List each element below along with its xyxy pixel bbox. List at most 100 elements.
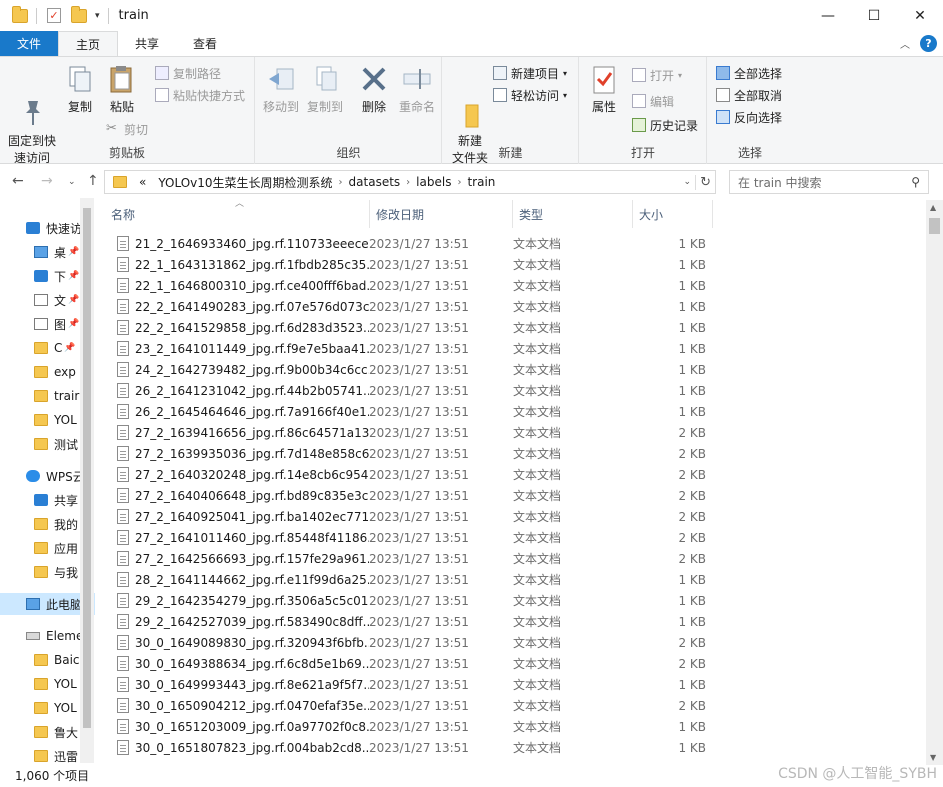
open-button[interactable]: 打开 ▾ [632,65,682,85]
file-row[interactable]: 21_2_1646933460_jpg.rf.110733eeece... 202… [111,233,921,254]
easy-access-button[interactable]: 轻松访问 ▾ [493,85,567,105]
help-icon[interactable]: ? [920,35,937,52]
folder-icon [34,438,48,450]
picture-icon [34,318,48,330]
tab-home[interactable]: 主页 [58,31,119,56]
copy-button[interactable]: 复制 [62,63,98,116]
file-name: 22_1_1643131862_jpg.rf.1fbdb285c35... [135,257,369,272]
file-row[interactable]: 30_0_1649993443_jpg.rf.8e621a9f5f7... 202… [111,674,921,695]
scrollbar-thumb[interactable] [929,218,940,234]
up-arrow-icon[interactable]: ↑ [87,173,99,189]
file-list-scrollbar[interactable]: ▲ ▼ [926,200,943,765]
file-name-cell: 30_0_1649993443_jpg.rf.8e621a9f5f7... [111,677,369,692]
properties-check-icon[interactable]: ✓ [47,8,61,23]
history-button[interactable]: 历史记录 [632,115,698,135]
select-none-button[interactable]: 全部取消 [716,85,782,105]
file-size: 1 KB [678,404,706,419]
new-folder-icon[interactable] [71,5,87,23]
collapse-ribbon-chevron-icon[interactable]: ︿ [900,36,910,51]
text-file-icon [117,551,129,566]
minimize-button[interactable]: — [805,0,851,31]
file-row[interactable]: 27_2_1640320248_jpg.rf.14e8cb6c954... 202… [111,464,921,485]
properties-button[interactable]: 属性 [586,63,622,116]
file-row[interactable]: 22_1_1643131862_jpg.rf.1fbdb285c35... 202… [111,254,921,275]
file-row[interactable]: 30_0_1651807823_jpg.rf.004bab2cd8... 2023… [111,737,921,758]
file-row[interactable]: 22_2_1641490283_jpg.rf.07e576d073c... 202… [111,296,921,317]
file-row[interactable]: 27_2_1640406648_jpg.rf.bd89c835e3c... 202… [111,485,921,506]
search-icon[interactable]: ⚲ [911,175,920,189]
invert-selection-button[interactable]: 反向选择 [716,107,782,127]
folder-icon [34,678,48,690]
recent-locations-chevron-icon[interactable]: ⌄ [68,177,76,187]
tab-view[interactable]: 查看 [176,31,234,56]
file-row[interactable]: 30_0_1650904212_jpg.rf.0470efaf35e... 202… [111,695,921,716]
file-size: 2 KB [678,488,706,503]
new-group-label: 新建 [498,146,523,160]
close-button[interactable]: ✕ [897,0,943,31]
tab-file[interactable]: 文件 [0,31,58,56]
forward-arrow-icon[interactable]: → [41,173,53,189]
tab-share[interactable]: 共享 [118,31,176,56]
file-row[interactable]: 27_2_1639935036_jpg.rf.7d148e858c6... 202… [111,443,921,464]
properties-icon [588,63,620,95]
paste-button[interactable]: 粘贴 [104,63,140,116]
breadcrumb-train[interactable]: train [461,175,501,189]
file-row[interactable]: 28_2_1641144662_jpg.rf.e11f99d6a25... 202… [111,569,921,590]
column-header-name[interactable]: ︿ 名称 [105,199,370,228]
file-row[interactable]: 27_2_1639416656_jpg.rf.86c64571a13... 202… [111,422,921,443]
file-row[interactable]: 22_1_1646800310_jpg.rf.ce400fff6bad... 20… [111,275,921,296]
breadcrumb-labels[interactable]: labels [410,175,457,189]
column-header-type[interactable]: 类型 [513,200,633,228]
file-row[interactable]: 30_0_1651203009_jpg.rf.0a97702f0c8... 202… [111,716,921,737]
back-arrow-icon[interactable]: ← [12,173,24,189]
easy-access-icon [493,88,507,102]
navigation-scrollbar[interactable] [80,198,94,763]
address-bar[interactable]: « YOLOv10生菜生长周期检测系统 › datasets › labels … [104,170,716,194]
file-row[interactable]: 30_0_1649388634_jpg.rf.6c8d5e1b69... 2023… [111,653,921,674]
file-row[interactable]: 27_2_1641011460_jpg.rf.85448f41186... 202… [111,527,921,548]
scroll-down-icon[interactable]: ▼ [930,753,936,762]
column-header-size[interactable]: 大小 [633,200,713,228]
file-row[interactable]: 29_2_1642527039_jpg.rf.583490c8dff... 202… [111,611,921,632]
file-row[interactable]: 27_2_1642566693_jpg.rf.157fe29a961... 202… [111,548,921,569]
breadcrumb-project[interactable]: YOLOv10生菜生长周期检测系统 [152,174,338,191]
cut-button[interactable]: ✂ 剪切 [106,119,148,139]
move-to-button[interactable]: 移动到 [260,63,302,116]
column-header-date[interactable]: 修改日期 [370,200,513,228]
file-row[interactable]: 23_2_1641011449_jpg.rf.f9e7e5baa41... 202… [111,338,921,359]
file-name-cell: 23_2_1641011449_jpg.rf.f9e7e5baa41... [111,341,369,356]
scroll-up-icon[interactable]: ▲ [930,203,936,212]
paste-shortcut-button[interactable]: 粘贴快捷方式 [155,85,245,105]
sort-ascending-icon: ︿ [235,199,245,209]
file-size: 2 KB [678,425,706,440]
file-row[interactable]: 29_2_1642354279_jpg.rf.3506a5c5c01... 202… [111,590,921,611]
file-row[interactable]: 26_2_1645464646_jpg.rf.7a9166f40e1... 202… [111,401,921,422]
file-row[interactable]: 24_2_1642739482_jpg.rf.9b00b34c6cc... 202… [111,359,921,380]
customize-toolbar-chevron-icon[interactable]: ▾ [95,11,100,21]
file-row[interactable]: 30_0_1649089830_jpg.rf.320943f6bfb... 202… [111,632,921,653]
search-input[interactable]: 在 train 中搜索 ⚲ [729,170,929,194]
file-row[interactable]: 22_2_1641529858_jpg.rf.6d283d3523... 2023… [111,317,921,338]
file-row[interactable]: 26_2_1641231042_jpg.rf.44b2b05741... 2023… [111,380,921,401]
file-date: 2023/1/27 13:51 [369,467,469,482]
scrollbar-thumb[interactable] [83,208,91,728]
breadcrumb-overflow[interactable]: « [133,175,152,189]
edit-button[interactable]: 编辑 [632,91,674,111]
copy-path-button[interactable]: 复制路径 [155,63,221,83]
select-all-button[interactable]: 全部选择 [716,63,782,83]
open-group: 属性 打开 ▾ 编辑 历史记录 打开 [580,57,707,164]
copy-to-button[interactable]: 复制到 [304,63,346,116]
folder-icon[interactable] [12,5,28,23]
file-size: 2 KB [678,446,706,461]
address-history-chevron-icon[interactable]: ⌄ [683,177,691,187]
delete-button[interactable]: 删除 [356,63,392,116]
file-date: 2023/1/27 13:51 [369,320,469,335]
new-item-button[interactable]: 新建项目 ▾ [493,63,567,83]
refresh-icon[interactable]: ↻ [695,174,711,190]
maximize-button[interactable]: ☐ [851,0,897,31]
nav-item-label: 共享 [54,493,79,508]
file-row[interactable]: 27_2_1640925041_jpg.rf.ba1402ec771... 202… [111,506,921,527]
rename-button[interactable]: 重命名 [396,63,438,116]
chevron-down-icon: ▾ [563,68,568,78]
breadcrumb-datasets[interactable]: datasets [343,175,407,189]
